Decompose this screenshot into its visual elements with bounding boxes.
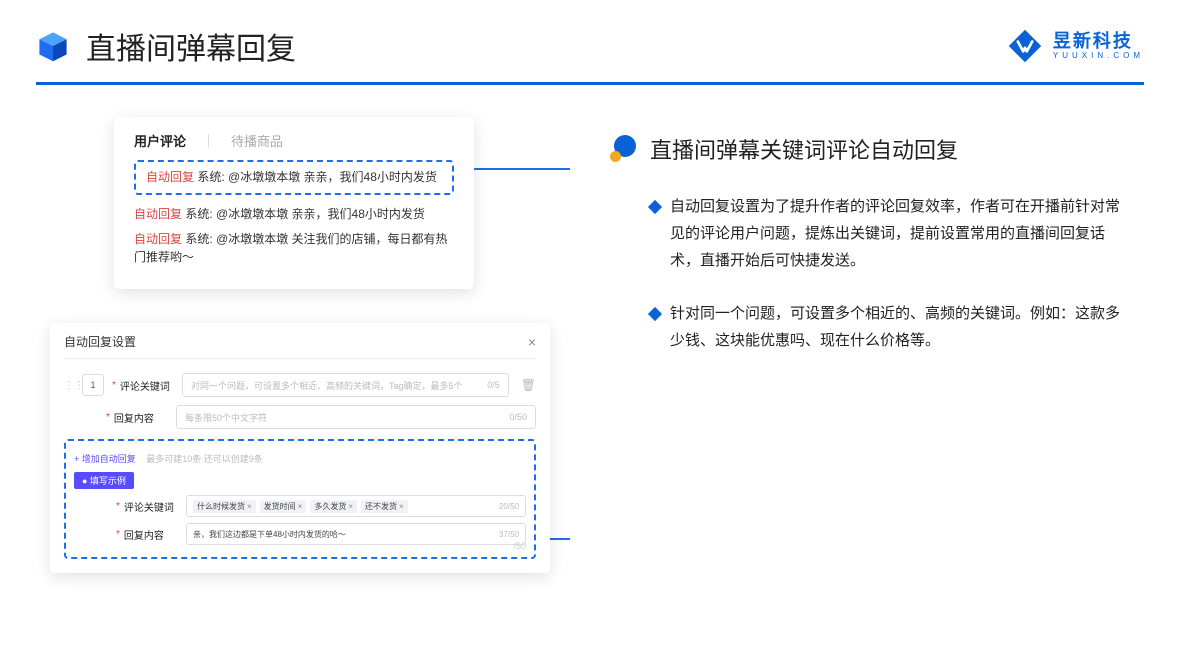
- brand: 昱新科技 YUUXIN.COM: [1007, 28, 1144, 64]
- tag[interactable]: 什么时候发货: [193, 500, 256, 513]
- comments-panel: 用户评论 待播商品 自动回复 系统: @冰墩墩本墩 亲亲，我们48小时内发货 自…: [114, 117, 474, 289]
- required-mark: *: [116, 529, 120, 540]
- add-row: + 增加自动回复 最多可建10条 还可以创建9条: [74, 449, 526, 471]
- brand-logo-icon: [1007, 28, 1043, 64]
- auto-reply-label: 自动回复: [134, 207, 182, 221]
- settings-header: 自动回复设置 ×: [64, 333, 536, 359]
- content-input[interactable]: 每条限50个中文字符 0/50: [176, 405, 536, 429]
- header: 直播间弹幕回复 昱新科技 YUUXIN.COM: [0, 0, 1180, 68]
- tag[interactable]: 发货时间: [260, 500, 307, 513]
- tab-separator: [208, 134, 209, 148]
- keyword-input[interactable]: 对同一个问题，可设置多个相近、高频的关键词，Tag确定，最多5个 0/5: [182, 373, 509, 397]
- example-keyword-input[interactable]: 什么时候发货 发货时间 多久发货 还不发货 20/50: [186, 495, 526, 517]
- section-head: 直播间弹幕关键词评论自动回复: [610, 133, 1134, 165]
- required-mark: *: [106, 412, 110, 423]
- highlighted-message: 自动回复 系统: @冰墩墩本墩 亲亲，我们48小时内发货: [134, 160, 454, 195]
- section-title: 直播间弹幕关键词评论自动回复: [650, 133, 958, 165]
- cube-icon: [36, 29, 70, 63]
- example-content-input[interactable]: 亲，我们这边都是下单48小时内发货的哈～ 37/50: [186, 523, 526, 545]
- settings-panel: 自动回复设置 × ⋮⋮ 1 * 评论关键词 对同一个问题，可设置多个相近、高频的…: [50, 323, 550, 573]
- message-text: 系统: @冰墩墩本墩 关注我们的店铺，每日都有热门推荐哟～: [134, 232, 448, 265]
- left-column: 用户评论 待播商品 自动回复 系统: @冰墩墩本墩 亲亲，我们48小时内发货 自…: [50, 109, 570, 605]
- tag[interactable]: 还不发货: [361, 500, 408, 513]
- tab-user-comments[interactable]: 用户评论: [134, 131, 186, 150]
- rule-number: 1: [82, 374, 104, 396]
- diamond-icon: [648, 307, 662, 321]
- title-wrap: 直播间弹幕回复: [36, 24, 296, 68]
- diamond-icon: [648, 200, 662, 214]
- example-block: + 增加自动回复 最多可建10条 还可以创建9条 ● 填写示例 * 评论关键词 …: [64, 439, 536, 559]
- auto-reply-label: 自动回复: [146, 170, 194, 184]
- add-hint: 最多可建10条 还可以创建9条: [146, 454, 263, 464]
- example-badge: ● 填写示例: [74, 472, 134, 489]
- message-row: 自动回复 系统: @冰墩墩本墩 亲亲，我们48小时内发货: [134, 205, 454, 224]
- add-auto-reply-link[interactable]: + 增加自动回复: [74, 452, 136, 465]
- right-column: 直播间弹幕关键词评论自动回复 自动回复设置为了提升作者的评论回复效率，作者可在开…: [610, 109, 1144, 380]
- example-keyword-count: 20/50: [499, 502, 519, 511]
- content-row: * 回复内容 每条限50个中文字符 0/50: [64, 405, 536, 429]
- trash-icon[interactable]: 🗑: [521, 378, 536, 392]
- auto-reply-label: 自动回复: [134, 232, 182, 246]
- brand-text: 昱新科技 YUUXIN.COM: [1053, 32, 1144, 60]
- keyword-count: 0/5: [487, 380, 500, 390]
- page-title: 直播间弹幕回复: [86, 24, 296, 68]
- close-icon[interactable]: ×: [528, 334, 536, 350]
- ghost-count: /50: [513, 541, 526, 551]
- example-content-row: * 回复内容 亲，我们这边都是下单48小时内发货的哈～ 37/50: [74, 523, 526, 545]
- keyword-placeholder: 对同一个问题，可设置多个相近、高频的关键词，Tag确定，最多5个: [191, 379, 463, 392]
- paragraph-1-text: 自动回复设置为了提升作者的评论回复效率，作者可在开播前针对常见的评论用户问题，提…: [670, 193, 1134, 274]
- example-keyword-row: * 评论关键词 什么时候发货 发货时间 多久发货 还不发货 20/50: [74, 495, 526, 517]
- keyword-row: ⋮⋮ 1 * 评论关键词 对同一个问题，可设置多个相近、高频的关键词，Tag确定…: [64, 373, 536, 397]
- field-label-keyword: * 评论关键词: [112, 378, 174, 393]
- content-placeholder: 每条限50个中文字符: [185, 411, 267, 424]
- required-mark: *: [116, 501, 120, 512]
- tabs: 用户评论 待播商品: [134, 131, 454, 150]
- message-row: 自动回复 系统: @冰墩墩本墩 关注我们的店铺，每日都有热门推荐哟～: [134, 230, 454, 267]
- drag-handle-icon[interactable]: ⋮⋮: [64, 380, 74, 391]
- brand-url: YUUXIN.COM: [1053, 52, 1144, 60]
- message-text: 系统: @冰墩墩本墩 亲亲，我们48小时内发货: [185, 207, 425, 221]
- circles-icon: [610, 135, 638, 163]
- example-content-value: 亲，我们这边都是下单48小时内发货的哈～: [193, 529, 346, 540]
- brand-name-cn: 昱新科技: [1053, 32, 1144, 51]
- tag[interactable]: 多久发货: [310, 500, 357, 513]
- paragraph-2: 针对同一个问题，可设置多个相近的、高频的关键词。例如：这款多少钱、这块能优惠吗、…: [610, 300, 1134, 354]
- content-count: 0/50: [509, 412, 527, 422]
- required-mark: *: [112, 380, 116, 391]
- field-label-content: * 回复内容: [116, 527, 178, 542]
- field-label-keyword: * 评论关键词: [116, 499, 178, 514]
- field-label-content: * 回复内容: [106, 410, 168, 425]
- highlighted-text: 系统: @冰墩墩本墩 亲亲，我们48小时内发货: [197, 170, 437, 184]
- settings-title: 自动回复设置: [64, 333, 136, 350]
- tab-pending-products[interactable]: 待播商品: [231, 131, 283, 150]
- paragraph-1: 自动回复设置为了提升作者的评论回复效率，作者可在开播前针对常见的评论用户问题，提…: [610, 193, 1134, 274]
- main: 用户评论 待播商品 自动回复 系统: @冰墩墩本墩 亲亲，我们48小时内发货 自…: [0, 85, 1180, 605]
- paragraph-2-text: 针对同一个问题，可设置多个相近的、高频的关键词。例如：这款多少钱、这块能优惠吗、…: [670, 300, 1134, 354]
- example-content-count: 37/50: [499, 530, 519, 539]
